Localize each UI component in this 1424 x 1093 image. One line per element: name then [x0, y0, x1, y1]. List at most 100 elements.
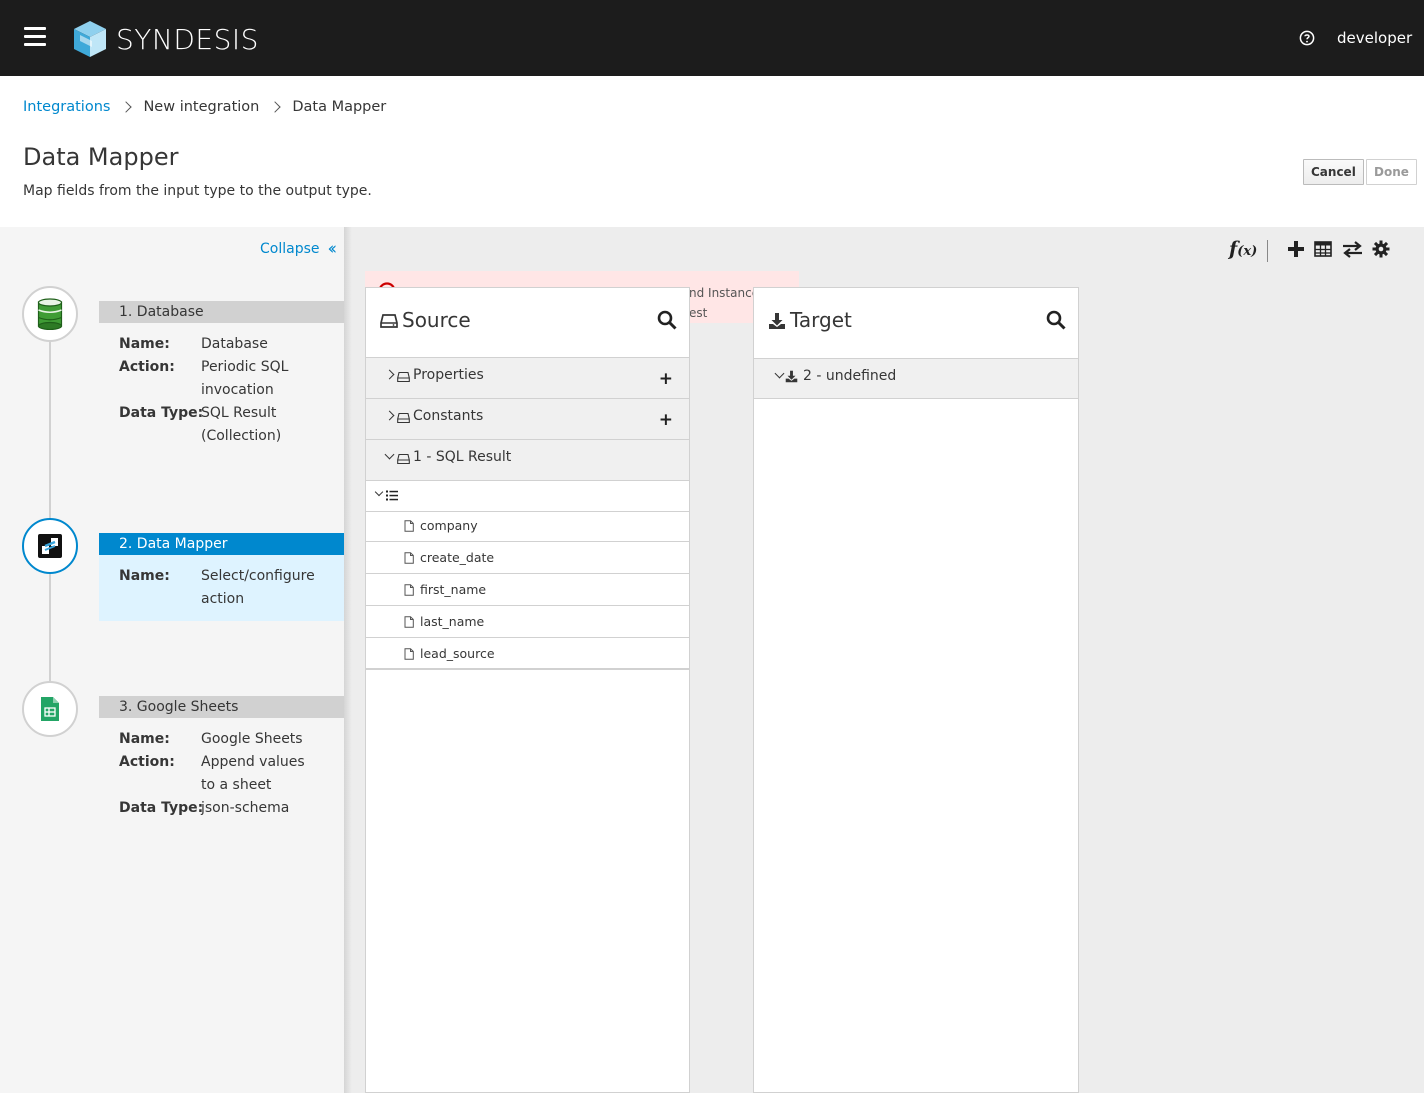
hamburger-icon[interactable] [24, 27, 46, 47]
source-doc-sql-result[interactable]: 1 - SQL Result [366, 440, 689, 481]
error-alert-text: nd Instance est [689, 283, 759, 323]
step-3-action-value: Append values to a sheet [201, 754, 305, 793]
done-button[interactable]: Done [1366, 159, 1417, 185]
syndesis-cube-icon [74, 21, 106, 57]
chevron-down-icon[interactable] [374, 487, 384, 497]
target-panel-header: Target [754, 288, 1078, 358]
brand-name: SYNDESIS [116, 22, 259, 56]
step-1-action-value: Periodic SQL invocation [201, 359, 289, 398]
step-3-details: Name: Google Sheets Action: Append value… [99, 728, 344, 828]
chevron-right-icon[interactable] [384, 369, 395, 380]
step-1-circle[interactable] [22, 286, 78, 342]
chevron-right-icon[interactable] [384, 410, 395, 421]
source-doc-label: Properties [413, 367, 484, 383]
add-property-icon[interactable]: + [659, 369, 673, 389]
list-icon [386, 490, 398, 501]
file-icon [404, 616, 414, 628]
source-field-last-name[interactable]: last_name [366, 606, 689, 638]
step-3-name-key: Name: [119, 731, 170, 747]
step-3-datatype-key: Data Type: [119, 800, 204, 816]
chevron-right-icon [120, 101, 133, 113]
hdd-icon [380, 314, 398, 328]
fx-sub: (x) [1237, 244, 1258, 259]
breadcrumb-new-integration: New integration [143, 99, 260, 115]
step-2-header[interactable]: 2. Data Mapper [99, 533, 344, 555]
hdd-icon [397, 412, 410, 424]
step-3-name-value: Google Sheets [201, 731, 303, 747]
field-label: create_date [420, 550, 495, 565]
brand[interactable]: SYNDESIS [72, 19, 259, 59]
download-icon [785, 370, 798, 383]
sidebar-shadow [344, 227, 352, 1093]
source-doc-properties[interactable]: Properties + [366, 358, 689, 399]
data-mapper-icon [38, 534, 62, 558]
integration-steps-sidebar: Collapse ‹‹ 1. Database Name: Database A… [0, 227, 344, 1093]
step-1-datatype-value: SQL Result (Collection) [201, 405, 282, 444]
step-3-action-key: Action: [119, 754, 175, 770]
breadcrumb-integrations[interactable]: Integrations [23, 99, 110, 115]
source-doc-label: 1 - SQL Result [413, 449, 512, 465]
source-field-create-date[interactable]: create_date [366, 542, 689, 574]
question-circle-icon[interactable] [1299, 30, 1315, 46]
download-icon [769, 313, 785, 329]
field-label: lead_source [420, 646, 495, 661]
functions-icon[interactable]: f(x) [1229, 238, 1257, 260]
settings-icon[interactable] [1372, 240, 1390, 258]
breadcrumb: Integrations New integration Data Mapper [23, 99, 386, 115]
database-icon [37, 298, 63, 330]
hdd-icon [397, 371, 410, 383]
source-doc-constants[interactable]: Constants + [366, 399, 689, 440]
target-panel: Target 2 - undefined [753, 287, 1079, 1093]
step-1-name-value: Database [201, 336, 268, 352]
toolbar-divider [1267, 240, 1268, 262]
step-1-action-key: Action: [119, 359, 175, 375]
target-doc-undefined[interactable]: 2 - undefined [754, 358, 1078, 399]
step-2-name-value: Select/configure action [201, 568, 315, 607]
search-icon[interactable] [657, 310, 677, 330]
add-constant-icon[interactable]: + [659, 410, 673, 430]
target-doc-label: 2 - undefined [803, 368, 897, 384]
file-icon [404, 552, 414, 564]
step-2-name-key: Name: [119, 568, 170, 584]
chevron-right-icon [269, 101, 282, 113]
cancel-button[interactable]: Cancel [1303, 159, 1364, 185]
step-1-name-key: Name: [119, 336, 170, 352]
field-label: last_name [420, 614, 485, 629]
source-field-first-name[interactable]: first_name [366, 574, 689, 606]
file-icon [404, 584, 414, 596]
file-icon [404, 648, 414, 660]
step-1-header[interactable]: 1. Database [99, 301, 344, 323]
user-menu[interactable]: developer [1337, 29, 1412, 47]
add-mapping-icon[interactable] [1287, 240, 1305, 258]
source-field-company[interactable]: company [366, 510, 689, 542]
source-title: Source [402, 308, 471, 332]
fx-label: f [1229, 238, 1238, 260]
chevron-down-icon[interactable] [774, 368, 785, 379]
source-field-lead-source[interactable]: lead_source [366, 638, 689, 670]
double-chevron-left-icon: ‹‹ [327, 239, 337, 259]
page-description: Map fields from the input type to the ou… [23, 183, 372, 199]
swap-icon[interactable] [1342, 240, 1363, 258]
field-label: first_name [420, 582, 487, 597]
step-1-datatype-key: Data Type: [119, 405, 204, 421]
error-alert-line-2: est [689, 306, 708, 320]
source-doc-label: Constants [413, 408, 484, 424]
source-panel: Source Properties + Constants + 1 - SQL … [365, 287, 690, 1093]
collapse-button[interactable]: Collapse ‹‹ [260, 239, 337, 259]
collapse-label: Collapse [260, 241, 320, 257]
step-2-details: Name: Select/configure action [99, 555, 344, 621]
search-icon[interactable] [1046, 310, 1066, 330]
source-panel-header: Source [366, 288, 689, 358]
field-label: company [420, 518, 478, 533]
step-3-datatype-value: json-schema [201, 800, 290, 816]
breadcrumb-data-mapper: Data Mapper [292, 99, 387, 115]
collection-row[interactable] [366, 480, 689, 512]
step-3-header[interactable]: 3. Google Sheets [99, 696, 344, 718]
chevron-down-icon[interactable] [384, 449, 395, 460]
table-icon[interactable] [1314, 240, 1332, 258]
hdd-icon [397, 453, 410, 465]
target-title: Target [790, 308, 852, 332]
step-2-circle[interactable] [22, 518, 78, 574]
step-3-circle[interactable] [22, 681, 78, 737]
error-alert-line-1: nd Instance [689, 286, 760, 300]
